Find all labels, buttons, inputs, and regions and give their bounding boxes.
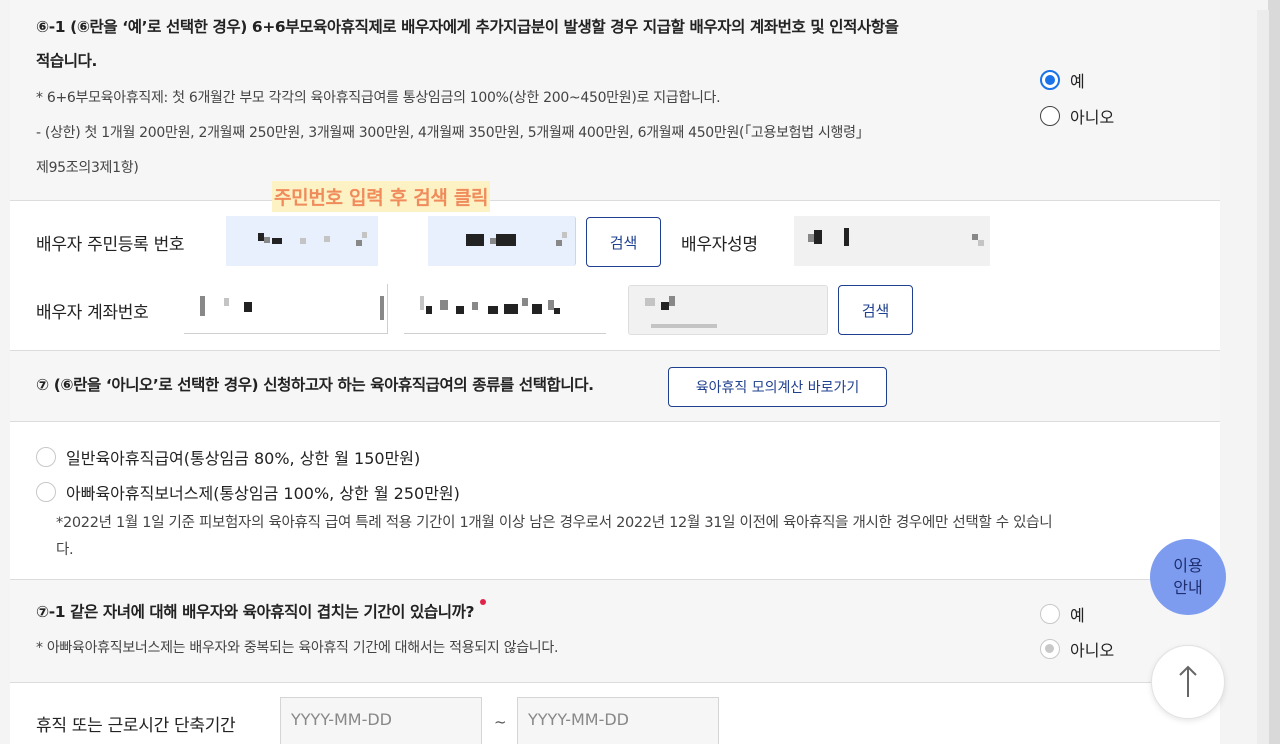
help-guide-button[interactable]: 이용 안내 — [1150, 539, 1226, 615]
arrow-up-icon — [1179, 665, 1197, 697]
period-separator: ~ — [494, 713, 507, 731]
leave-calculator-button[interactable]: 육아휴직 모의계산 바로가기 — [668, 367, 887, 407]
spouse-rrn-label: 배우자 주민등록 번호 — [36, 235, 185, 255]
q6-1-note2: - (상한) 첫 1개월 200만원, 2개월째 250만원, 3개월째 300… — [36, 125, 870, 141]
q7-1-option-no[interactable]: 아니오 — [1040, 637, 1114, 661]
radio-unchecked-icon[interactable] — [1040, 106, 1060, 126]
section-q7-1: ⑦-1 같은 자녀에 대해 배우자와 육아휴직이 겹치는 기간이 있습니까? *… — [10, 580, 1220, 682]
form-content: ⑥-1 (⑥란을 ‘예’로 선택한 경우) 6+6부모육아휴직제로 배우자에게 … — [10, 0, 1220, 744]
rrn-search-button[interactable]: 검색 — [586, 217, 661, 267]
q6-1-option-no[interactable]: 아니오 — [1040, 104, 1114, 128]
q7-option-general-label: 일반육아휴직급여(통상임금 80%, 상한 월 150만원) — [66, 449, 421, 468]
q6-1-note3: 제95조의3제1항) — [36, 160, 139, 176]
outer-edge — [1268, 0, 1280, 744]
q7-1-title: ⑦-1 같은 자녀에 대해 배우자와 육아휴직이 겹치는 기간이 있습니까? — [36, 595, 487, 629]
q6-1-title-line2: 적습니다. — [36, 52, 97, 70]
spouse-name-input[interactable] — [794, 216, 990, 266]
spouse-name-label: 배우자성명 — [681, 235, 758, 255]
q7-1-title-text: ⑦-1 같은 자녀에 대해 배우자와 육아휴직이 겹치는 기간이 있습니까? — [36, 603, 475, 621]
account-holder-input[interactable] — [628, 285, 828, 335]
section-q7: ⑦ (⑥란을 ‘아니오’로 선택한 경우) 신청하고자 하는 육아휴직급여의 종… — [10, 351, 1220, 421]
radio-checked-icon[interactable] — [1040, 70, 1060, 90]
radio-checked-disabled-icon[interactable] — [1040, 639, 1060, 659]
help-line1: 이용 — [1173, 556, 1203, 575]
help-line2: 안내 — [1173, 578, 1203, 597]
scroll-top-button[interactable] — [1151, 645, 1225, 719]
divider — [10, 200, 1220, 201]
spouse-account-label: 배우자 계좌번호 — [36, 303, 149, 323]
period-label: 휴직 또는 근로시간 단축기간 — [36, 716, 236, 736]
account-number-input[interactable] — [404, 284, 606, 334]
q6-1-title-line1: ⑥-1 (⑥란을 ‘예’로 선택한 경우) 6+6부모육아휴직제로 배우자에게 … — [36, 18, 899, 36]
q7-note-line1: *2022년 1월 1일 기준 피보험자의 육아휴직 급여 특례 적용 기간이 … — [56, 515, 1053, 531]
spouse-rrn-back-input[interactable] — [428, 216, 576, 266]
radio-unchecked-icon[interactable] — [36, 447, 56, 467]
scrollbar[interactable] — [1257, 10, 1269, 744]
q6-1-option-no-label: 아니오 — [1070, 108, 1115, 127]
section-q6-1: ⑥-1 (⑥란을 ‘예’로 선택한 경우) 6+6부모육아휴직제로 배우자에게 … — [10, 0, 1220, 200]
q7-option-daddy-bonus[interactable]: 아빠육아휴직보너스제(통상임금 100%, 상한 월 250만원) — [36, 480, 460, 504]
q7-option-general[interactable]: 일반육아휴직급여(통상임금 80%, 상한 월 150만원) — [36, 445, 420, 469]
radio-unchecked-icon[interactable] — [36, 482, 56, 502]
divider — [10, 421, 1220, 422]
q6-1-option-yes-label: 예 — [1070, 72, 1085, 91]
spouse-rrn-front-input[interactable] — [226, 216, 378, 266]
q7-1-option-no-label: 아니오 — [1070, 641, 1115, 660]
bank-select[interactable] — [184, 284, 388, 334]
q7-1-note: * 아빠육아휴직보너스제는 배우자와 중복되는 육아휴직 기간에 대해서는 적용… — [36, 640, 559, 656]
q7-option-daddy-bonus-label: 아빠육아휴직보너스제(통상임금 100%, 상한 월 250만원) — [66, 484, 460, 503]
period-end-input[interactable]: YYYY-MM-DD — [517, 697, 719, 744]
q7-title: ⑦ (⑥란을 ‘아니오’로 선택한 경우) 신청하고자 하는 육아휴직급여의 종… — [36, 376, 594, 394]
q7-1-option-yes[interactable]: 예 — [1040, 602, 1085, 626]
q6-1-note1: * 6+6부모육아휴직제: 첫 6개월간 부모 각각의 육아휴직급여를 통상임금… — [36, 90, 721, 106]
divider — [10, 682, 1220, 683]
required-dot-icon — [480, 599, 487, 605]
period-start-input[interactable]: YYYY-MM-DD — [280, 697, 482, 744]
q7-note-line2: 다. — [56, 542, 74, 558]
q7-1-option-yes-label: 예 — [1070, 606, 1085, 625]
account-search-button[interactable]: 검색 — [838, 285, 913, 335]
q6-1-option-yes[interactable]: 예 — [1040, 68, 1085, 92]
radio-unchecked-icon[interactable] — [1040, 604, 1060, 624]
annotation-label: 주민번호 입력 후 검색 클릭 — [272, 181, 491, 212]
